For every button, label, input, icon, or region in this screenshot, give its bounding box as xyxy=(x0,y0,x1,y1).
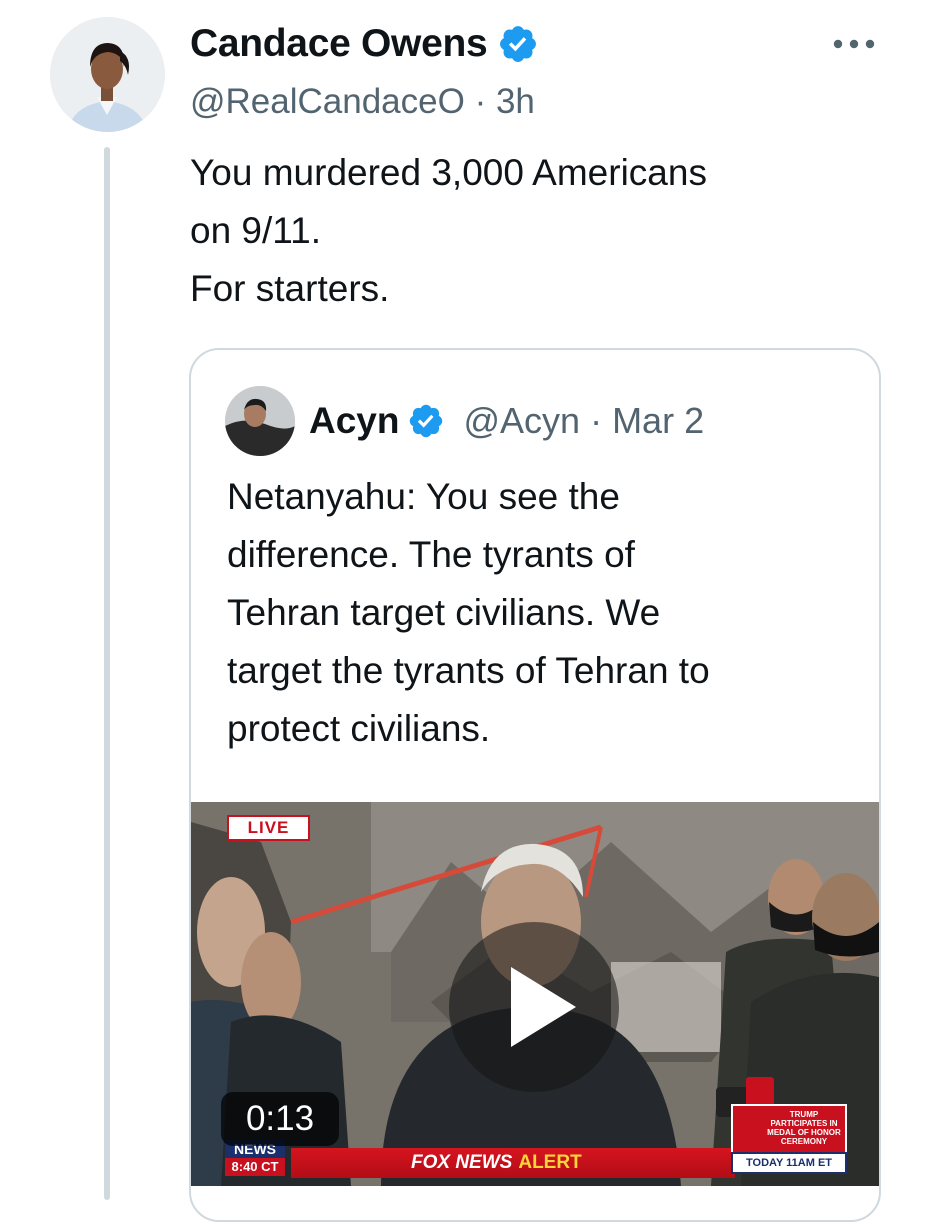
video-duration: 0:13 xyxy=(221,1092,339,1146)
video-player[interactable]: LIVE NEWS 8:40 CT FOX NEWS ALERT TRUMP PA… xyxy=(191,802,879,1186)
author-name[interactable]: Candace Owens xyxy=(190,22,488,66)
quoted-text-line: protect civilians. xyxy=(227,708,491,749)
quoted-date[interactable]: Mar 2 xyxy=(612,400,704,441)
tweet-text-line: on 9/11. xyxy=(190,210,321,251)
tweet-text-line: You murdered 3,000 Americans xyxy=(190,152,707,193)
author-handle-row: @RealCandaceO · 3h xyxy=(190,82,535,122)
more-dots-icon[interactable] xyxy=(832,34,876,54)
quoted-text-line: target the tyrants of Tehran to xyxy=(227,650,710,691)
quoted-author-name[interactable]: Acyn xyxy=(309,400,399,442)
tweet-text: You murdered 3,000 Americans on 9/11. Fo… xyxy=(190,144,890,318)
thread-line xyxy=(104,147,110,1200)
quoted-verified-badge-icon xyxy=(410,404,443,438)
alert-brand: FOX NEWS xyxy=(411,1152,513,1173)
quoted-handle-row: @Acyn · Mar 2 xyxy=(463,400,704,442)
quoted-text: Netanyahu: You see the difference. The t… xyxy=(227,468,857,758)
quoted-text-line: Tehran target civilians. We xyxy=(227,592,661,633)
play-button[interactable] xyxy=(449,922,619,1092)
promo-text: TRUMP PARTICIPATES IN MEDAL OF HONOR CER… xyxy=(767,1110,841,1146)
quoted-handle[interactable]: @Acyn xyxy=(463,400,580,441)
play-icon xyxy=(511,967,576,1047)
news-alert-bar: FOX NEWS ALERT xyxy=(291,1148,735,1178)
author-handle[interactable]: @RealCandaceO xyxy=(190,82,465,121)
quoted-text-line: difference. The tyrants of xyxy=(227,534,635,575)
alert-word: ALERT xyxy=(518,1152,582,1173)
tweet-text-line: For starters. xyxy=(190,268,390,309)
quoted-avatar[interactable] xyxy=(225,386,295,456)
quoted-header: Acyn @Acyn · Mar 2 xyxy=(225,386,704,456)
tweet-time[interactable]: 3h xyxy=(496,82,535,121)
promo-time: TODAY 11AM ET xyxy=(731,1152,847,1174)
author-avatar[interactable] xyxy=(50,17,165,132)
broadcast-clock: 8:40 CT xyxy=(225,1158,285,1176)
quoted-text-line: Netanyahu: You see the xyxy=(227,476,620,517)
quoted-tweet-card[interactable]: Acyn @Acyn · Mar 2 Netanyahu: You see th… xyxy=(189,348,881,1222)
separator-dot: · xyxy=(464,82,496,121)
author-name-row: Candace Owens xyxy=(190,22,539,66)
separator-dot: · xyxy=(580,400,613,441)
verified-badge-icon xyxy=(500,26,537,62)
live-badge: LIVE xyxy=(227,815,310,841)
